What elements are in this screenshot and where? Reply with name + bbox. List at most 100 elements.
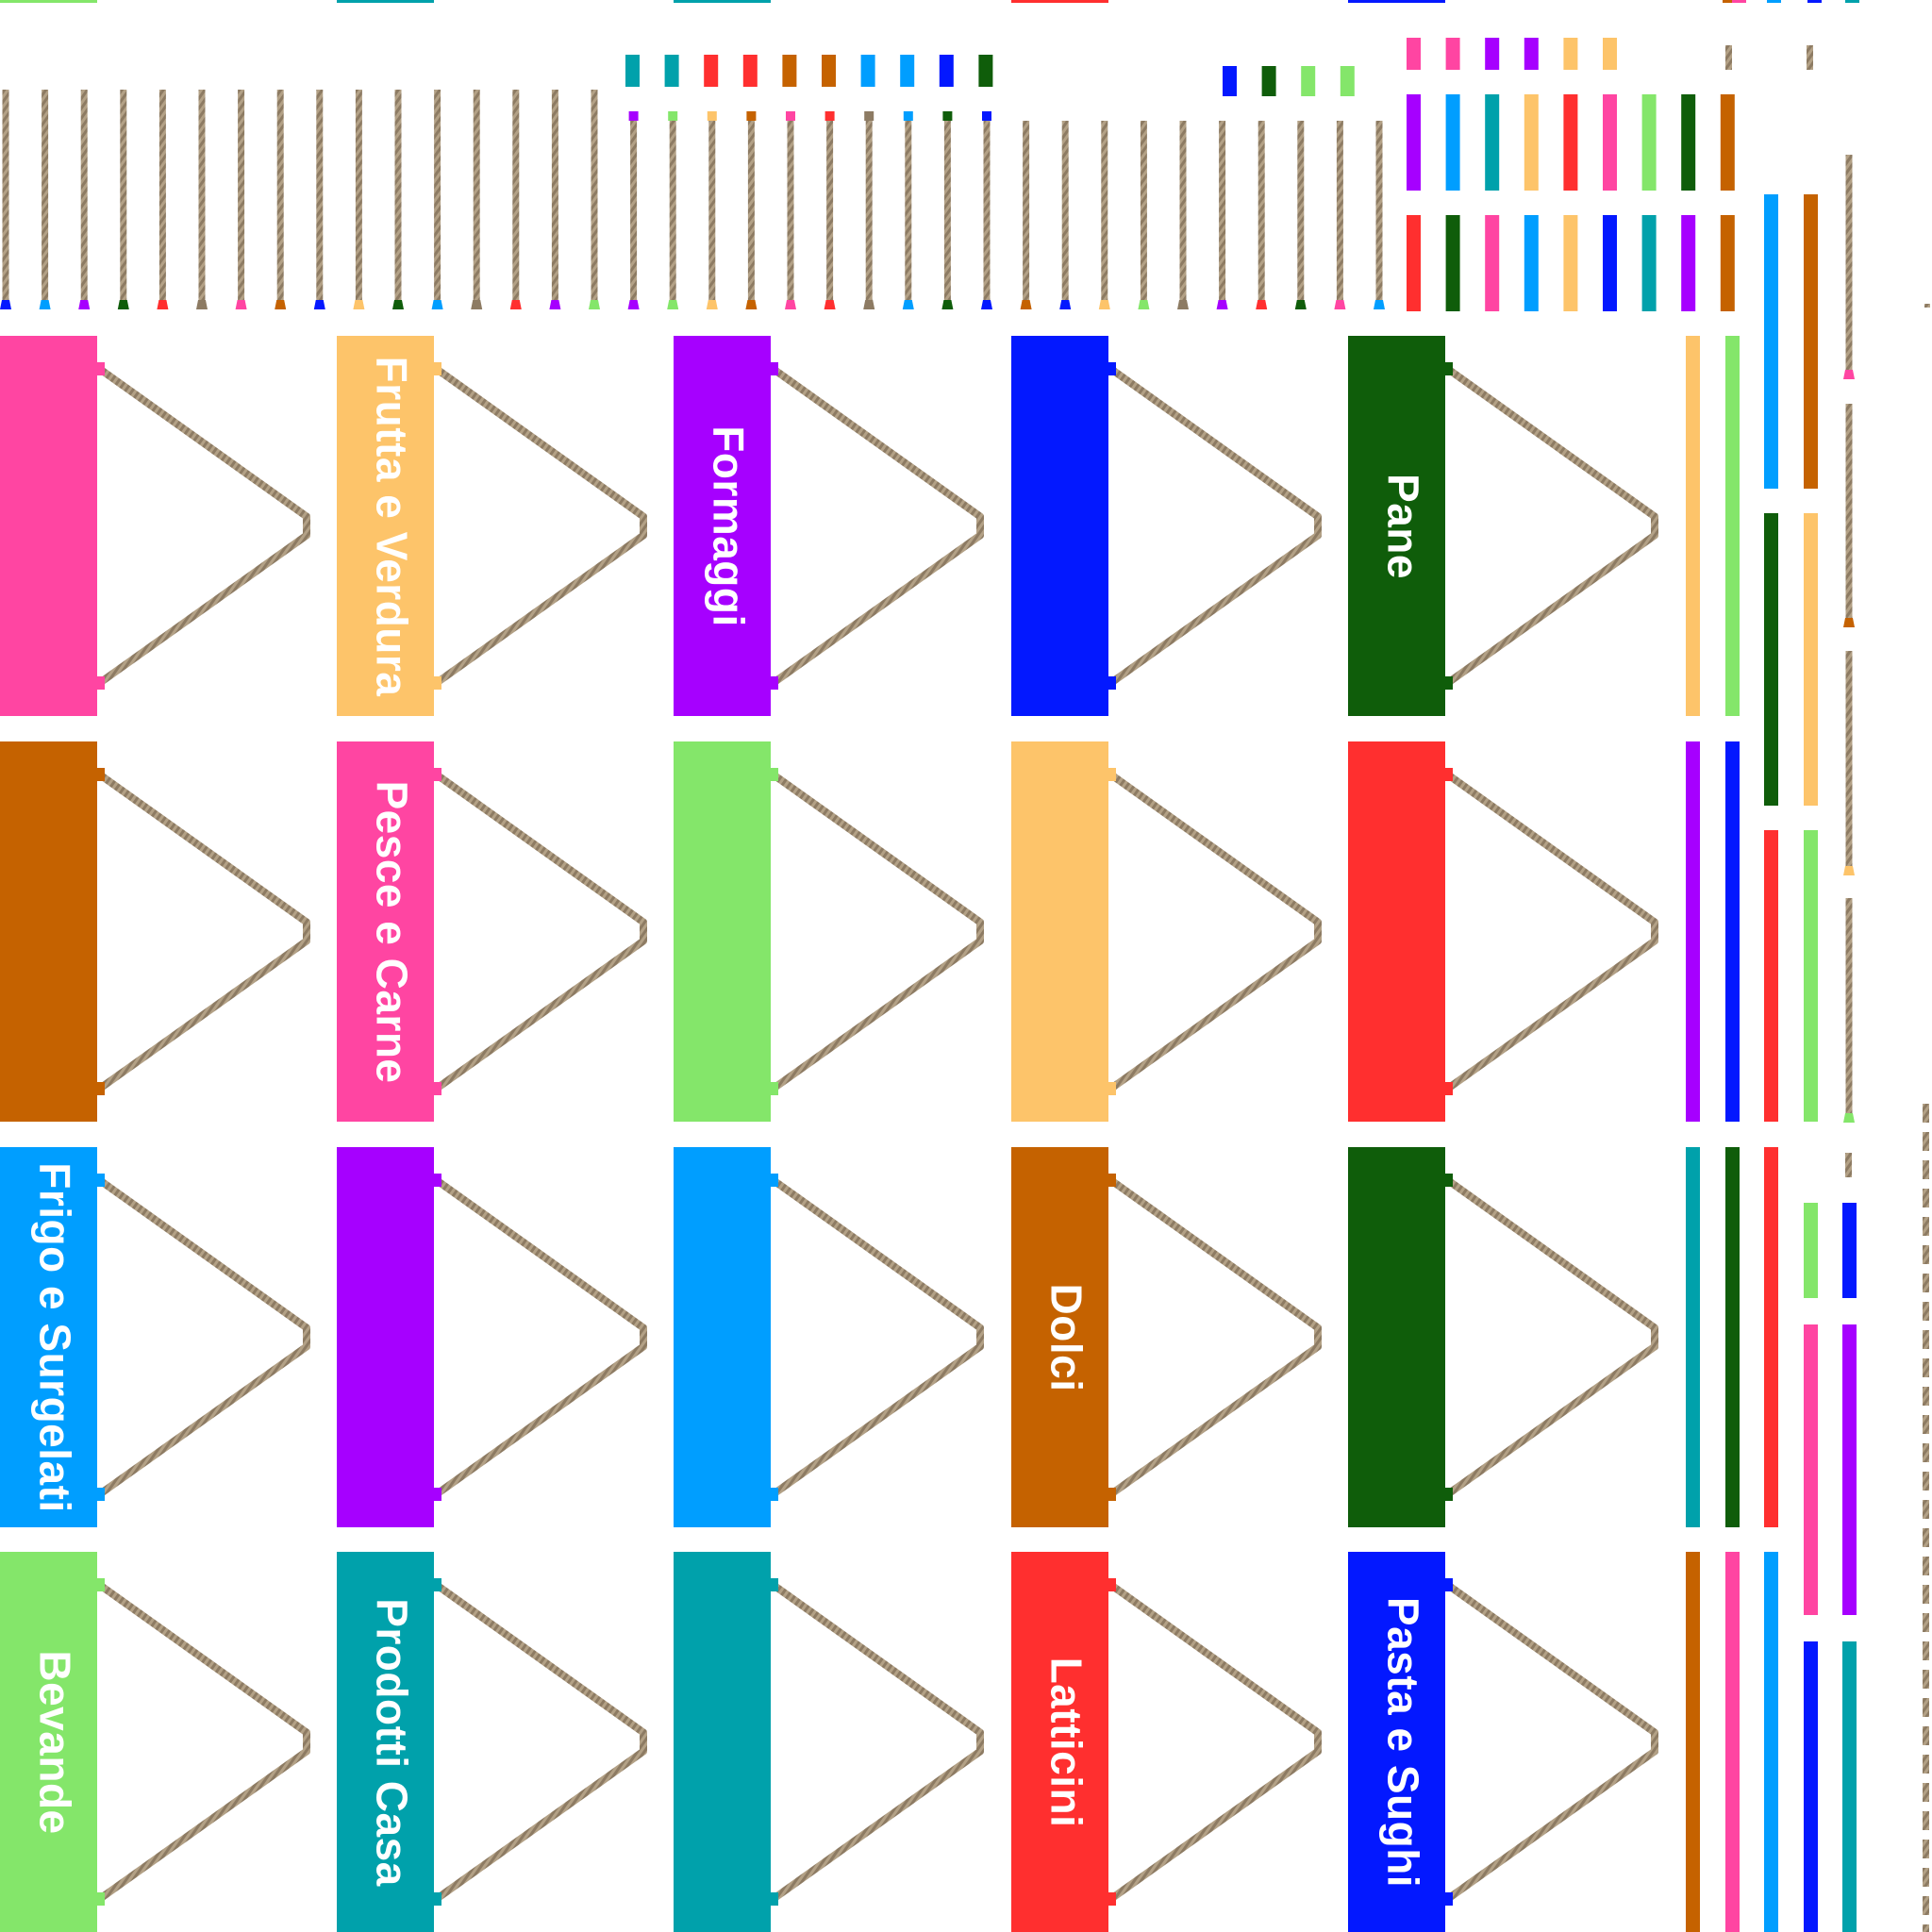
cord-bead	[0, 300, 11, 309]
rope-knot	[1107, 1578, 1116, 1591]
cord-fragment	[1923, 1528, 1929, 1547]
cord-bead	[1843, 866, 1855, 875]
cord-bead	[1216, 300, 1228, 309]
rope-knot	[432, 768, 441, 781]
cord-tab	[942, 111, 953, 121]
hanging-cord	[1138, 121, 1150, 309]
cord-fragment	[1923, 1472, 1929, 1491]
hanging-cord	[1256, 121, 1268, 309]
cord	[1845, 1153, 1852, 1177]
cord-fragment	[1923, 1358, 1929, 1377]
color-swatches	[625, 38, 1813, 96]
cord-fragment	[1923, 1415, 1929, 1434]
color-strip	[1407, 215, 1421, 311]
rope-handle	[1446, 1177, 1658, 1497]
sign-panel	[1348, 1147, 1445, 1527]
cord-bead	[1256, 300, 1268, 309]
color-strip	[1842, 1203, 1857, 1298]
rope-knot	[95, 1488, 105, 1501]
cord-bead	[196, 300, 208, 309]
swatch	[782, 55, 797, 87]
cord-tab	[982, 111, 991, 121]
sign	[337, 1147, 647, 1527]
color-strip	[1804, 194, 1818, 489]
cord-bead	[1334, 300, 1346, 309]
sign	[1011, 336, 1322, 716]
color-strips	[0, 0, 1930, 1932]
rope-knot	[432, 1174, 441, 1187]
color-strip	[1641, 215, 1657, 311]
cord-fragment	[1923, 1302, 1929, 1321]
hanging-cords	[0, 90, 1385, 309]
cord-tab	[903, 111, 913, 121]
rope-knot	[432, 676, 441, 690]
cord-bead	[431, 300, 443, 309]
color-strip	[1725, 741, 1740, 1122]
swatch	[822, 55, 836, 87]
cord-bead	[589, 300, 600, 309]
color-strip	[1686, 741, 1700, 1122]
hanging-cord	[313, 90, 325, 309]
color-strip	[1725, 1147, 1740, 1527]
swatch	[742, 55, 758, 87]
hanging-cord	[157, 90, 169, 309]
sign	[674, 741, 984, 1122]
color-strip	[1764, 1552, 1778, 1932]
sign	[674, 1552, 984, 1932]
swatch	[625, 55, 640, 87]
cord-fragment	[1923, 1274, 1929, 1292]
color-strip	[1407, 94, 1421, 191]
cord-bead	[471, 300, 483, 309]
hanging-cord	[1020, 121, 1032, 309]
sign-panel	[1011, 741, 1108, 1122]
rope-knot	[1443, 1892, 1453, 1906]
color-strip	[1732, 0, 1746, 3]
cord-fragment	[1923, 1104, 1929, 1123]
cord-fragment	[1924, 304, 1930, 308]
cord-bead	[824, 300, 836, 309]
hanging-cord	[392, 90, 404, 309]
cord-fragment	[1923, 1557, 1929, 1575]
rope-handle	[98, 1582, 310, 1902]
cord-tab	[746, 111, 757, 121]
color-strip	[1011, 0, 1108, 3]
color-strip	[1767, 0, 1781, 3]
hanging-cord	[431, 90, 443, 309]
color-strip	[1686, 1552, 1700, 1932]
rope-knot	[95, 676, 105, 690]
color-strip	[1842, 1641, 1857, 1932]
color-strip	[1764, 1147, 1778, 1527]
cord-bead	[667, 300, 679, 309]
hanging-cord	[1294, 121, 1307, 309]
cord-fragment	[1923, 1217, 1929, 1236]
hanging-cord	[471, 90, 483, 309]
rope-knot	[432, 1892, 441, 1906]
rope-handle	[98, 366, 310, 686]
color-strip	[1641, 94, 1657, 191]
rope-knot	[1443, 1578, 1453, 1591]
cord-bead	[785, 300, 796, 309]
cord-fragment	[1923, 1840, 1929, 1858]
rope-knot	[95, 1082, 105, 1095]
hanging-cord	[1374, 121, 1385, 309]
color-strip	[1764, 194, 1778, 489]
sign	[1011, 741, 1322, 1122]
color-strip	[337, 0, 434, 3]
cord-bead	[549, 300, 561, 309]
color-strip	[1485, 94, 1500, 191]
rope-knot	[1443, 1488, 1453, 1501]
cord-tab	[864, 111, 874, 121]
color-strip	[1563, 94, 1578, 191]
cord-tab	[668, 111, 678, 121]
color-strip	[1764, 513, 1778, 806]
rope-knot	[1107, 676, 1116, 690]
swatch	[1563, 38, 1578, 70]
sign-label: Frutta e Verdura	[367, 356, 417, 696]
sign-label: Dolci	[1041, 1283, 1091, 1391]
cord-bead	[509, 300, 522, 309]
hanging-cord	[1177, 121, 1189, 309]
sign-panel	[674, 741, 771, 1122]
rope-handle	[1446, 366, 1658, 686]
rope-knot	[95, 768, 105, 781]
hanging-cord	[1843, 898, 1855, 1123]
